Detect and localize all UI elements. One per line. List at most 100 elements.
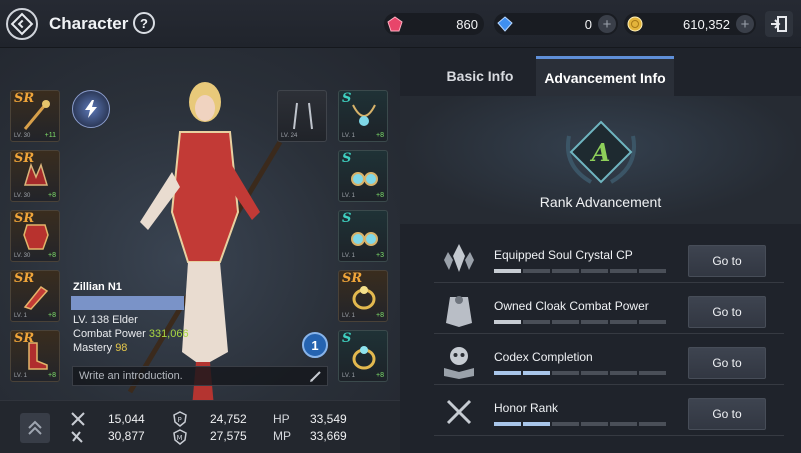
top-bar: Character ? 860 0 + 610,352 +	[0, 0, 801, 48]
equip-slot-necklace[interactable]: S LV. 1 +8	[338, 90, 388, 142]
item-enhance: +8	[48, 312, 56, 319]
armor-icon	[23, 224, 49, 250]
tab-basic-info[interactable]: Basic Info	[420, 56, 540, 96]
go-to-button[interactable]: Go to	[688, 245, 766, 277]
equip-slot-ring-2[interactable]: S LV. 1 +8	[338, 330, 388, 382]
necklace-icon	[352, 104, 376, 126]
m-value: 27,575	[210, 429, 247, 443]
defense-value: 30,877	[108, 429, 145, 443]
item-enhance: +8	[376, 372, 384, 379]
go-to-button[interactable]: Go to	[688, 398, 766, 430]
item-level: LV. 1	[342, 133, 356, 139]
equip-slot-earring-2[interactable]: S LV. 1 +3	[338, 210, 388, 262]
item-enhance: +8	[48, 372, 56, 379]
item-enhance: +8	[376, 192, 384, 199]
advancement-title: Equipped Soul Crystal CP	[494, 248, 633, 262]
page-title: Character	[49, 14, 129, 33]
item-level: LV. 1	[342, 253, 356, 259]
rank-advancement-label: Rank Advancement	[539, 194, 662, 210]
item-level: LV. 24	[281, 133, 298, 139]
equip-slot-gloves[interactable]: SR LV. 1 +8	[10, 270, 60, 322]
attack-value: 15,044	[108, 412, 145, 426]
currency-gold: 610,352 +	[624, 13, 756, 35]
back-arrow-icon	[10, 12, 34, 36]
rank-advancement-panel: A Rank Advancement	[400, 96, 801, 224]
physical-defense-icon: P	[173, 411, 187, 427]
item-enhance: +8	[48, 192, 56, 199]
equip-slot-boots[interactable]: SR LV. 1 +8	[10, 330, 60, 382]
defense-swords-icon	[71, 431, 83, 443]
character-name: Zillian N1	[73, 281, 122, 293]
advancement-progress	[494, 371, 666, 375]
double-chevron-up-icon	[28, 420, 42, 435]
staff-icon	[23, 100, 50, 130]
earring-icon	[351, 232, 378, 246]
combat-power-line: Combat Power 331,066	[73, 327, 189, 341]
rank-emblem-icon: A	[566, 120, 636, 184]
name-highlight-bar	[71, 296, 184, 310]
equip-slot-earring-1[interactable]: S LV. 1 +8	[338, 150, 388, 202]
item-enhance: +8	[376, 132, 384, 139]
item-level: LV. 30	[14, 133, 31, 139]
pencil-icon	[310, 371, 321, 382]
advancement-progress	[494, 320, 666, 324]
introduction-placeholder: Write an introduction.	[79, 370, 183, 382]
item-level: LV. 30	[14, 253, 31, 259]
equip-slot-armor[interactable]: SR LV. 30 +8	[10, 210, 60, 262]
info-tabs: Basic Info Advancement Info	[400, 56, 801, 96]
character-panel: SR LV. 30 +11 SR LV. 30 +8 SR LV. 30 +8 …	[0, 48, 400, 407]
earring-icon	[351, 172, 378, 186]
skill-lightning-button[interactable]	[72, 90, 110, 128]
go-to-button[interactable]: Go to	[688, 296, 766, 328]
equip-slot-weapon[interactable]: SR LV. 30 +11	[10, 90, 60, 142]
advancement-title: Honor Rank	[494, 401, 559, 415]
item-level: LV. 1	[342, 193, 356, 199]
currency-blue-gem: 0 +	[494, 13, 618, 35]
notification-badge[interactable]: 1	[302, 332, 328, 358]
level-class: LV. 138 Elder	[73, 314, 138, 326]
gloves-icon	[23, 285, 49, 310]
boots-icon	[28, 342, 48, 370]
equip-slot-ring-1[interactable]: SR LV. 1 +8	[338, 270, 388, 322]
help-button[interactable]: ?	[133, 12, 155, 34]
equip-slot-helmet[interactable]: SR LV. 30 +8	[10, 150, 60, 202]
stats-bar: 15,044 30,877 P 24,752 M 27,575 HP 33,54…	[0, 400, 400, 453]
gold-amount: 610,352	[683, 16, 730, 32]
mastery-label: Mastery	[73, 342, 113, 354]
advancement-progress	[494, 422, 666, 426]
character-info: LV. 138 Elder Combat Power 331,066 Maste…	[73, 313, 189, 355]
item-level: LV. 30	[14, 193, 31, 199]
advancement-title: Codex Completion	[494, 350, 593, 364]
hp-value: 33,549	[310, 412, 347, 426]
gold-add-button[interactable]: +	[736, 15, 754, 33]
tab-advancement-info[interactable]: Advancement Info	[536, 56, 674, 96]
advancement-item-cloak: Owned Cloak Combat Power Go to	[434, 283, 784, 334]
blue-gem-add-button[interactable]: +	[598, 15, 616, 33]
crossed-swords-icon	[446, 399, 472, 425]
cloak-icon	[446, 296, 472, 327]
mp-value: 33,669	[310, 429, 347, 443]
earring-dangle-icon	[293, 102, 313, 130]
item-level: LV. 1	[342, 373, 356, 379]
item-enhance: +8	[376, 312, 384, 319]
advancement-item-honor-rank: Honor Rank Go to	[434, 385, 784, 436]
equip-slot-accessory[interactable]: LV. 24	[277, 90, 327, 142]
back-button[interactable]	[6, 8, 38, 40]
mastery-line: Mastery 98	[73, 341, 189, 355]
svg-text:P: P	[178, 416, 182, 424]
introduction-input[interactable]: Write an introduction.	[72, 366, 328, 386]
go-to-button[interactable]: Go to	[688, 347, 766, 379]
helmet-icon	[23, 162, 49, 186]
character-model	[127, 82, 283, 407]
mastery-value: 98	[115, 342, 128, 354]
p-value: 24,752	[210, 412, 247, 426]
lightning-icon	[85, 100, 97, 118]
rank-letter: A	[590, 138, 611, 167]
advancement-progress	[494, 269, 666, 273]
exit-button[interactable]	[765, 11, 793, 37]
magic-defense-icon: M	[173, 429, 187, 445]
expand-stats-button[interactable]	[20, 413, 50, 443]
gold-coin-icon	[627, 16, 643, 32]
advancement-title: Owned Cloak Combat Power	[494, 299, 649, 313]
currency-red-gem: 860	[384, 13, 484, 35]
